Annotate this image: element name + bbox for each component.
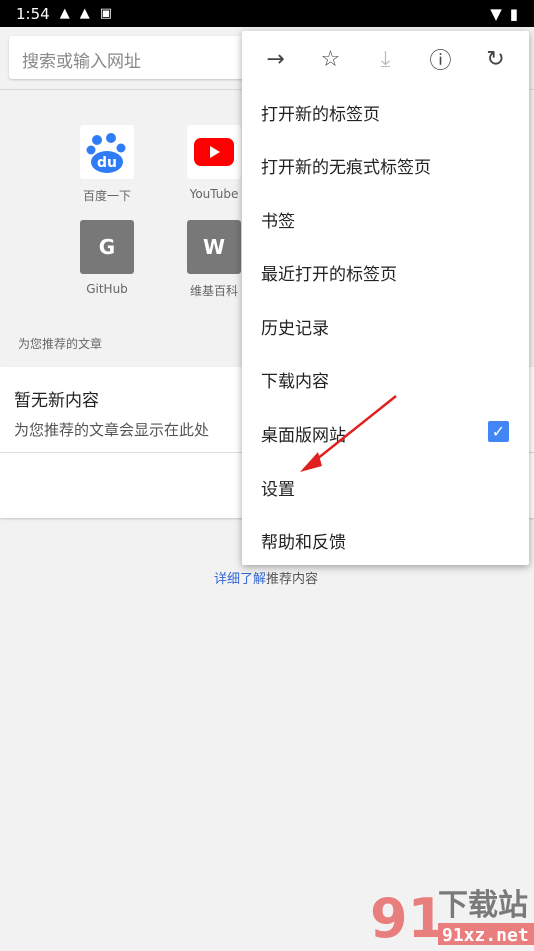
- wifi-icon: ▼: [490, 4, 502, 23]
- desktop-site-checkbox[interactable]: ✓: [488, 421, 509, 442]
- youtube-icon: [187, 125, 241, 179]
- a-icon: ▣: [99, 6, 112, 21]
- svg-text:du: du: [97, 155, 117, 171]
- shortcut-label: 维基百科: [189, 284, 238, 298]
- github-letter-icon: G: [80, 220, 134, 274]
- shortcut-baidu[interactable]: du 百度一下: [80, 125, 134, 204]
- menu-item-desktop-site[interactable]: 桌面版网站: [261, 421, 346, 446]
- menu-item-settings[interactable]: 设置: [261, 475, 295, 500]
- bookmark-star-icon[interactable]: ☆: [311, 47, 351, 72]
- watermark-logo: 91 下载站 91xz.net: [370, 885, 534, 951]
- menu-item-incognito-tab[interactable]: 打开新的无痕式标签页: [261, 153, 431, 178]
- svg-text:91xz.net: 91xz.net: [442, 925, 529, 946]
- learn-more-text: 推荐内容: [266, 572, 319, 587]
- shortcut-label: GitHub: [86, 282, 128, 296]
- menu-item-recent-tabs[interactable]: 最近打开的标签页: [261, 260, 397, 285]
- svg-text:91: 91: [370, 887, 445, 947]
- status-bar: 1:54 ▲ ▲ ▣ ▼ ▮: [0, 0, 534, 27]
- forward-icon[interactable]: →: [256, 47, 296, 72]
- qq-icon: ▲: [79, 6, 90, 21]
- baidu-icon: du: [80, 125, 134, 179]
- menu-item-help-feedback[interactable]: 帮助和反馈: [261, 528, 346, 553]
- qq-icon: ▲: [59, 6, 70, 21]
- menu-item-history[interactable]: 历史记录: [261, 314, 329, 339]
- overflow-menu: → ☆ ⤓ ⓘ ↻ 打开新的标签页 打开新的无痕式标签页 书签 最近打开的标签页…: [242, 31, 529, 565]
- empty-subtitle: 为您推荐的文章会显示在此处: [14, 421, 210, 439]
- shortcut-wikipedia[interactable]: W 维基百科: [187, 220, 241, 299]
- download-icon[interactable]: ⤓: [366, 47, 406, 72]
- menu-item-new-tab[interactable]: 打开新的标签页: [261, 100, 380, 125]
- svg-text:下载站: 下载站: [438, 888, 528, 923]
- learn-more-link[interactable]: 详细了解: [214, 572, 266, 587]
- shortcut-label: YouTube: [189, 187, 239, 201]
- clock: 1:54: [16, 4, 50, 23]
- menu-icon-row: → ☆ ⤓ ⓘ ↻: [242, 31, 529, 87]
- menu-item-bookmarks[interactable]: 书签: [261, 207, 295, 232]
- empty-title: 暂无新内容: [14, 391, 99, 411]
- info-icon[interactable]: ⓘ: [421, 43, 461, 75]
- section-title: 为您推荐的文章: [18, 337, 103, 351]
- menu-item-downloads[interactable]: 下载内容: [261, 367, 329, 392]
- shortcut-label: 百度一下: [82, 189, 131, 203]
- learn-more: 详细了解推荐内容: [214, 568, 318, 587]
- battery-charging-icon: ▮: [509, 4, 518, 23]
- wikipedia-letter-icon: W: [187, 220, 241, 274]
- shortcut-github[interactable]: G GitHub: [80, 220, 134, 296]
- shortcut-youtube[interactable]: YouTube: [187, 125, 241, 201]
- refresh-icon[interactable]: ↻: [476, 47, 516, 72]
